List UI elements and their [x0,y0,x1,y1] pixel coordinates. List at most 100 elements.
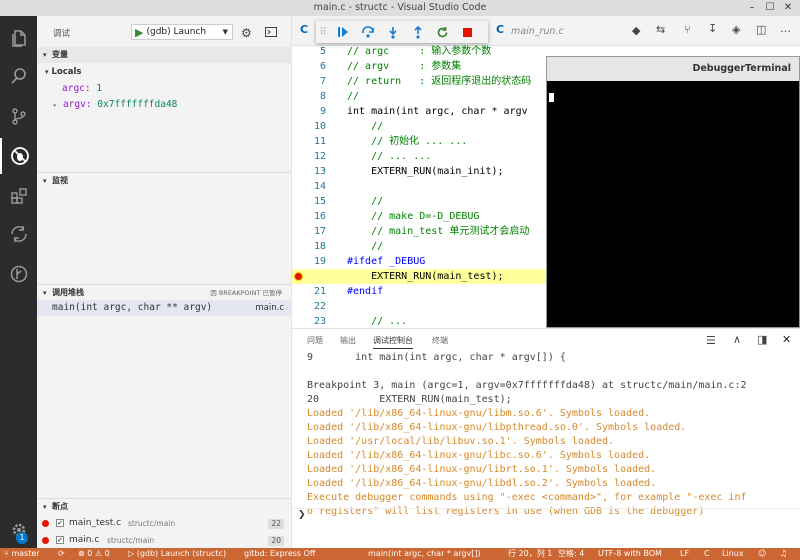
breakpoint-marker-icon[interactable] [295,273,302,280]
tab-terminal[interactable]: 终端 [432,335,448,349]
tab-main-run[interactable]: main_run.c [511,26,564,37]
variable-row[interactable]: argc: 1 [62,83,102,94]
line-number: 13 [313,166,326,177]
gitbd-item[interactable]: gitbd: Express Off [244,548,315,560]
code-line: // [347,241,384,252]
eol[interactable]: LF [680,548,689,560]
language-mode[interactable]: C [704,548,710,560]
tab-debug-console[interactable]: 调试控制台 [373,335,413,349]
clear-console-icon[interactable]: ☰ [706,334,716,347]
breakpoint-dot-icon [42,520,49,527]
breakpoint-path: structc/main [128,519,176,528]
maximize-button[interactable]: ☐ [762,0,778,16]
branch-item[interactable]: ⑂ master [4,548,40,560]
locals-scope[interactable]: ▾ Locals [45,67,82,77]
status-bar: ⑂ master ⟳ ⊗ 0 ⚠ 0 ▷ (gdb) Launch (struc… [0,548,800,560]
step-into-button[interactable] [380,21,405,43]
step-out-button[interactable] [405,21,430,43]
launch-label: (gdb) Launch (structc) [136,549,227,558]
minimize-button[interactable]: – [744,0,760,16]
variables-section-header[interactable]: ▾ 变量 [37,47,292,63]
console-line: Loaded '/lib/x86_64-linux-gnu/librt.so.1… [307,464,657,475]
console-line: 9 int main(int argc, char * argv[]) { [307,352,566,363]
search-icon[interactable] [0,58,37,94]
sync-icon[interactable]: ⟳ [58,548,65,560]
variable-name: argv [62,99,86,110]
close-window-button[interactable]: ✕ [780,0,796,16]
stop-icon [463,27,472,37]
settings-gear-icon[interactable]: 1 [0,512,37,548]
code-line: // make D=-D_DEBUG [347,211,480,222]
line-number: 9 [319,106,326,117]
problems-item[interactable]: ⊗ 0 ⚠ 0 [78,548,110,560]
debug-launch-item[interactable]: ▷ (gdb) Launch (structc) [128,548,226,560]
extensions-icon[interactable] [0,178,37,214]
line-number: 5 [319,46,326,57]
git-history-icon[interactable]: ⑂ [684,23,691,36]
debug-config-select[interactable]: ▶ (gdb) Launch ▼ [131,24,233,40]
debug-icon[interactable] [0,138,37,174]
step-icon[interactable]: ↧ [708,22,717,35]
encoding[interactable]: UTF-8 with BOM [598,548,662,560]
breakpoint-checkbox[interactable]: ✓ [56,519,64,527]
frame-name: main(int argc, char ** argv) [52,302,213,313]
restart-button[interactable] [430,21,455,43]
drag-handle-icon[interactable]: ⠿ [316,21,330,43]
watch-section-header[interactable]: ▾ 监视 [37,172,292,188]
callstack-status: 因 BREAKPOINT 已暂停 [210,289,282,297]
source-control-icon[interactable] [0,98,37,134]
tab-output[interactable]: 输出 [340,335,356,349]
cursor-position[interactable]: 行 20，列 1 [508,548,552,560]
step-over-button[interactable] [355,21,380,43]
stop-button[interactable] [455,21,480,43]
indentation[interactable]: 空格: 4 [558,548,584,560]
open-changes-icon[interactable]: ◆ [632,24,640,37]
callstack-section-header[interactable]: ▾ 调用堆栈 因 BREAKPOINT 已暂停 [37,284,292,300]
explorer-icon[interactable] [0,20,37,56]
watch-title: 监视 [52,176,68,185]
breakpoint-checkbox[interactable]: ✓ [56,536,64,544]
code-line: // main_test 单元测试才会启动 [347,226,530,237]
c-file-icon: C [300,23,309,36]
breakpoints-section-header[interactable]: ▾ 断点 [37,498,292,514]
breakpoint-row[interactable]: ✓ main_test.c structc/main 22 [37,515,292,531]
config-name: (gdb) Launch [146,27,207,37]
notifications-icon[interactable]: ♫ [780,548,787,560]
chevron-down-icon: ▾ [43,503,47,511]
split-editor-icon[interactable]: ◫ [756,23,766,36]
debugger-terminal-window[interactable]: DebuggerTerminal [546,56,800,328]
console-line: Execute debugger commands using "-exec <… [307,492,747,503]
debug-console-icon[interactable] [265,27,277,40]
gitlens-icon[interactable] [0,256,37,292]
start-debugging-icon[interactable]: ▶ [135,26,143,39]
code-line: EXTERN_RUN(main_init); [347,166,504,177]
go-to-icon[interactable]: ◈ [732,23,740,36]
remote-explorer-icon[interactable] [0,216,37,252]
close-panel-icon[interactable]: ✕ [782,333,791,346]
function-breadcrumb[interactable]: main(int argc, char * argv[]) [368,548,481,560]
platform[interactable]: Linux [722,548,744,560]
chevron-down-icon: ▾ [45,68,49,76]
breakpoint-path: structc/main [107,536,155,545]
variable-row[interactable]: ▸ argv: 0x7fffffffda48 [53,99,177,110]
callstack-frame[interactable]: main(int argc, char ** argv) main.c [37,300,292,316]
error-count: 0 [87,549,93,558]
chevron-down-icon: ▾ [43,51,47,59]
tab-problems[interactable]: 问题 [307,335,323,349]
start-icon: ▷ [128,549,135,558]
gear-icon[interactable]: ⚙ [241,26,252,40]
chevron-down-icon: ▾ [43,177,47,185]
line-number: 16 [313,211,326,222]
maximize-panel-icon[interactable]: ∧ [733,333,741,346]
breakpoint-file: main_test.c [69,518,122,528]
panel-layout-icon[interactable]: ◨ [757,333,767,346]
more-actions-icon[interactable]: … [780,22,791,35]
console-line: Loaded '/usr/local/lib/libuv.so.1'. Symb… [307,436,615,447]
feedback-icon[interactable]: ☺ [758,548,766,560]
breakpoint-row[interactable]: ✓ main.c structc/main 20 [37,532,292,548]
compare-icon[interactable]: ⇆ [656,23,665,36]
variable-value: 1 [96,83,103,94]
console-input[interactable]: ❯ [292,508,800,522]
restart-icon [437,26,448,37]
continue-button[interactable] [330,21,355,43]
